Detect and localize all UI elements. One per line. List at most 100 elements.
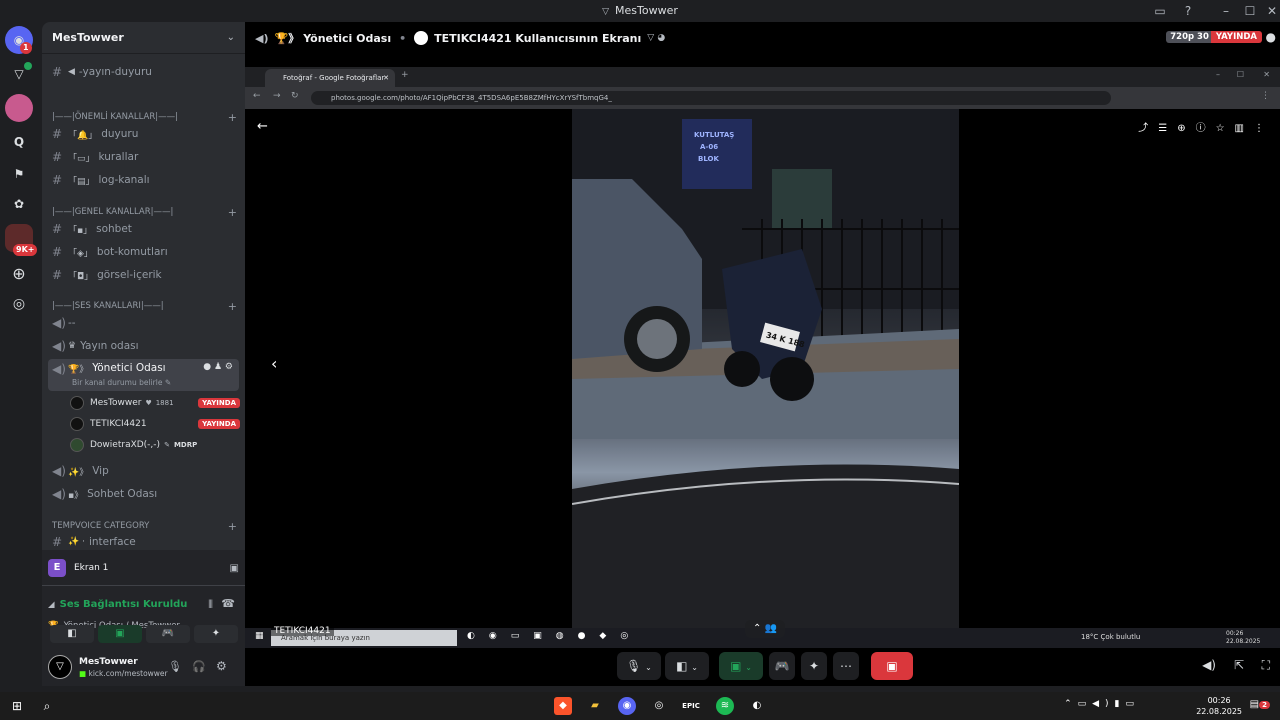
channel-action-icons[interactable]: ● ♟ ⚙ xyxy=(203,362,233,372)
edit-icon[interactable]: ☰ xyxy=(1158,123,1177,134)
browser-tab[interactable]: Fotoğraf - Google Fotoğraflar ✕ xyxy=(265,69,395,87)
screenshare-button[interactable]: ▣ xyxy=(98,625,142,643)
user-avatar[interactable]: ▽ xyxy=(48,655,72,679)
microphone-icon[interactable]: 🎙 xyxy=(168,660,182,673)
participants-toggle[interactable]: ⌃ 👥 xyxy=(745,620,785,638)
screen-avatar: E xyxy=(48,559,66,577)
close-tab-icon[interactable]: ✕ xyxy=(383,69,389,87)
tray-icons[interactable]: ⌃▭◀)▮▭ xyxy=(1064,699,1140,709)
share-icon[interactable]: ⤴ xyxy=(1138,123,1158,134)
voice-activity-icon[interactable]: ⦀ xyxy=(208,598,213,612)
volume-icon[interactable]: ◀) xyxy=(1202,658,1216,672)
soundboard-button[interactable]: ✦ xyxy=(194,625,238,643)
more-control[interactable]: ⋯ xyxy=(833,652,859,680)
category-temp[interactable]: TEMPVOICE CATEGORY + xyxy=(52,519,237,533)
epic-games-icon[interactable]: EPIC xyxy=(682,697,700,715)
maximize-icon[interactable]: ☐ xyxy=(1242,3,1258,19)
voice-channel-vip[interactable]: ◀) ✨》 Vip xyxy=(48,461,239,481)
activity-button[interactable]: 🎮 xyxy=(146,625,190,643)
info-icon[interactable]: ⓘ xyxy=(1196,123,1216,134)
notification-icon[interactable]: ▤ 2 xyxy=(1250,699,1270,711)
help-icon[interactable]: ? xyxy=(1180,3,1196,19)
channel-kurallar[interactable]: # 「▭」 kurallar xyxy=(48,147,239,167)
channel-status-hint[interactable]: Bir kanal durumu belirle ✎ xyxy=(72,378,171,387)
more-icon[interactable]: ⋮ xyxy=(1254,123,1274,134)
obs-icon[interactable]: ◐ xyxy=(748,697,766,715)
spotify-icon[interactable]: ≋ xyxy=(716,697,734,715)
forward-icon[interactable]: → xyxy=(273,91,281,101)
fullscreen-icon[interactable]: ⛶ xyxy=(1262,658,1270,673)
zoom-icon[interactable]: ⊕ xyxy=(1177,123,1195,134)
close-icon[interactable]: ✕ xyxy=(1264,3,1280,19)
server-icon-3[interactable]: ⚑ xyxy=(5,160,33,188)
reload-icon[interactable]: ↻ xyxy=(291,91,299,101)
browser-minimize-icon[interactable]: – xyxy=(1216,70,1220,79)
mic-button[interactable]: 🎙 ⌄ xyxy=(617,652,661,680)
screenshare-control[interactable]: ▣ ⌄ xyxy=(719,652,763,680)
header-channel-name[interactable]: Yönetici Odası xyxy=(303,32,391,45)
browser-menu-icon[interactable]: ⋮ xyxy=(1261,91,1270,101)
channel-gorsel[interactable]: # 「◘」 görsel-içerik xyxy=(48,265,239,285)
voice-channel-dash[interactable]: ◀) -- xyxy=(48,313,239,333)
headphones-icon[interactable]: 🎧 xyxy=(192,660,206,673)
category-ses[interactable]: |——|SES KANALLARI|——| + xyxy=(52,299,237,313)
chat-bubble-icon[interactable]: ● xyxy=(1266,30,1276,44)
search-icon[interactable]: ⌕ xyxy=(38,697,56,715)
discover-icon[interactable]: ◎ xyxy=(5,290,33,318)
channel-duyuru[interactable]: # 「🔔」 duyuru xyxy=(48,124,239,144)
previous-photo-icon[interactable]: ‹ xyxy=(271,354,277,373)
voice-channel-yayin[interactable]: ◀) ♛ Yayın odası xyxy=(48,336,239,356)
plus-icon[interactable]: + xyxy=(228,520,237,533)
camera-off-button[interactable]: ◧ xyxy=(50,625,94,643)
new-tab-icon[interactable]: + xyxy=(401,70,409,80)
settings-icon[interactable]: ⚙ xyxy=(225,362,233,372)
browser-maximize-icon[interactable]: ☐ xyxy=(1237,70,1244,79)
brave-icon[interactable]: ◆ xyxy=(554,697,572,715)
disconnect-icon[interactable]: ☎ xyxy=(221,597,235,610)
start-icon[interactable]: ⊞ xyxy=(8,697,26,715)
category-onemli[interactable]: |——|ÖNEMLİ KANALLAR|——| + xyxy=(52,110,237,124)
inbox-icon[interactable]: ▭ xyxy=(1152,3,1168,19)
voice-user-2[interactable]: TETIKCI4421 YAYINDA xyxy=(70,415,240,433)
add-member-icon[interactable]: ♟ xyxy=(214,362,222,372)
browser-close-icon[interactable]: ✕ xyxy=(1263,70,1270,79)
channel-sohbet[interactable]: # 「▪」 sohbet xyxy=(48,219,239,239)
voice-user-1[interactable]: MesTowwer ♥ 1881 YAYINDA xyxy=(70,394,240,412)
address-bar[interactable]: photos.google.com/photo/AF1QipPbCF38_4T5… xyxy=(311,91,1111,105)
soundboard-control[interactable]: ✦ xyxy=(801,652,827,680)
screenshare-row[interactable]: E Ekran 1 ▣ xyxy=(48,558,239,578)
plus-icon[interactable]: + xyxy=(228,300,237,313)
voice-channel-sohbet[interactable]: ◀) ▪》 Sohbet Odası xyxy=(48,484,239,504)
back-arrow-icon[interactable]: ← xyxy=(257,119,268,134)
server-q[interactable]: Q xyxy=(5,128,33,156)
shared-screen[interactable]: Fotoğraf - Google Fotoğraflar ✕ + – ☐ ✕ ←… xyxy=(245,67,1280,648)
popout-icon[interactable]: ⇱ xyxy=(1234,658,1244,672)
delete-icon[interactable]: ▥ xyxy=(1235,123,1254,134)
channel-yayin-duyuru[interactable]: # ◀ -yayın-duyuru xyxy=(48,62,239,82)
plus-icon[interactable]: + xyxy=(228,206,237,219)
camera-button[interactable]: ◧ ⌄ xyxy=(665,652,709,680)
user-settings-icon[interactable]: ⚙ xyxy=(216,659,227,673)
star-icon[interactable]: ☆ xyxy=(1216,123,1235,134)
stop-share-icon[interactable]: ▣ xyxy=(230,563,239,574)
folder-icon[interactable]: ▰ xyxy=(586,697,604,715)
server-icon-4[interactable]: ✿ xyxy=(5,190,33,218)
channel-bot[interactable]: # 「◈」 bot-komutları xyxy=(48,242,239,262)
channel-interface[interactable]: # ✨ · interface xyxy=(48,532,239,552)
back-icon[interactable]: ← xyxy=(253,91,261,101)
steam-icon[interactable]: ◎ xyxy=(650,697,668,715)
minimize-icon[interactable]: – xyxy=(1218,3,1234,19)
stop-stream-button[interactable]: ▣ xyxy=(871,652,913,680)
add-server-icon[interactable]: ⊕ xyxy=(5,260,33,288)
activity-control[interactable]: 🎮 xyxy=(769,652,795,680)
discord-taskbar-icon[interactable]: ◉ xyxy=(618,697,636,715)
system-clock[interactable]: 00:26 22.08.2025 xyxy=(1196,695,1242,717)
category-genel[interactable]: |——|GENEL KANALLAR|——| + xyxy=(52,205,237,219)
chat-icon[interactable]: ● xyxy=(203,362,211,372)
plus-icon[interactable]: + xyxy=(228,111,237,124)
voice-user-3[interactable]: DowietraXD(-,-) ✎ MDRP xyxy=(70,436,240,454)
server-avatar-anime[interactable] xyxy=(5,94,33,122)
server-header[interactable]: MesTowwer ⌄ xyxy=(42,22,245,54)
viewer-icon[interactable]: ▽ ◕ xyxy=(647,33,665,43)
channel-log[interactable]: # 「▤」 log-kanalı xyxy=(48,170,239,190)
